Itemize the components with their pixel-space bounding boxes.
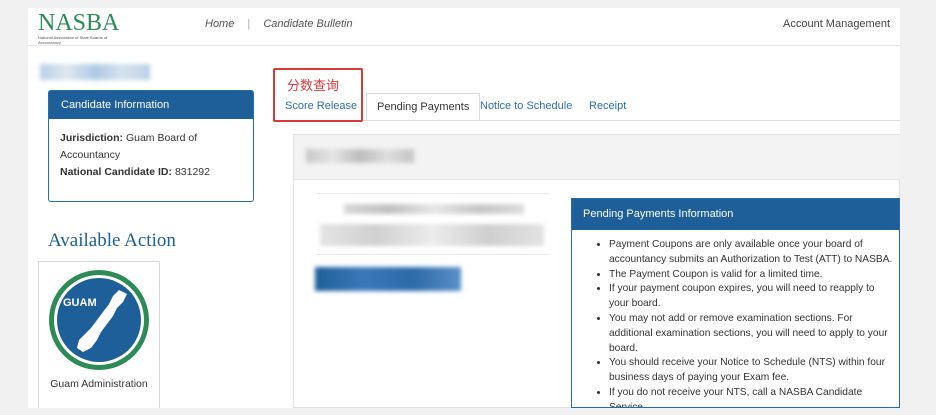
list-item: If your payment coupon expires, you will… [609, 282, 893, 312]
tab-notice-to-schedule[interactable]: Notice to Schedule [480, 93, 572, 121]
pending-payments-info-card: Pending Payments Information Payment Cou… [571, 198, 900, 408]
candidate-id-label: National Candidate ID: [60, 166, 173, 178]
list-item: The Payment Coupon is valid for a limite… [609, 268, 893, 283]
payment-button-redacted[interactable] [315, 267, 461, 291]
list-item: You should receive your Notice to Schedu… [609, 356, 893, 386]
nav-home-link[interactable]: Home [205, 18, 234, 30]
top-nav: Home | Candidate Bulletin [205, 18, 353, 30]
candidate-info-title: Candidate Information [49, 91, 253, 119]
jurisdiction-row: Jurisdiction: Guam Board of Accountancy [60, 130, 242, 164]
panel-header [294, 135, 900, 180]
panel-title-redacted [306, 149, 414, 163]
list-item: You may not add or remove examination se… [609, 312, 893, 356]
candidate-name-redacted [40, 64, 150, 80]
candidate-info-card: Candidate Information Jurisdiction: Guam… [48, 90, 254, 202]
nasba-logo[interactable]: NASBA National Association of State Boar… [38, 11, 128, 45]
payment-summary-redacted [316, 193, 550, 255]
list-item: Payment Coupons are only available once … [609, 238, 893, 268]
summary-row-redacted [320, 224, 544, 246]
guam-badge-text: GUAM [63, 297, 97, 309]
header: NASBA National Association of State Boar… [28, 8, 900, 46]
pending-payments-info-body: Payment Coupons are only available once … [572, 230, 899, 407]
guam-administration-card[interactable]: GUAM Guam Administration [38, 261, 160, 408]
page: NASBA National Association of State Boar… [28, 8, 900, 408]
pending-payments-info-title: Pending Payments Information [572, 199, 899, 230]
tab-receipt[interactable]: Receipt [589, 93, 626, 121]
nav-candidate-bulletin-link[interactable]: Candidate Bulletin [263, 18, 352, 30]
tab-divider [273, 120, 900, 121]
account-management-link[interactable]: Account Management [783, 18, 890, 30]
candidate-id-row: National Candidate ID: 831292 [60, 164, 242, 181]
jurisdiction-label: Jurisdiction: [60, 132, 124, 144]
candidate-info-body: Jurisdiction: Guam Board of Accountancy … [49, 119, 253, 192]
available-action-heading: Available Action [48, 230, 176, 251]
candidate-id-value: 831292 [174, 166, 210, 178]
summary-row-redacted [344, 204, 524, 214]
nav-separator: | [247, 18, 251, 30]
list-item: If you do not receive your NTS, call a N… [609, 386, 893, 407]
logo-text: NASBA [38, 10, 120, 36]
guam-card-label: Guam Administration [50, 378, 148, 390]
logo-subtext: National Association of State Boards of … [38, 35, 108, 45]
pending-info-list: Payment Coupons are only available once … [596, 238, 893, 407]
tab-pending-payments[interactable]: Pending Payments [366, 93, 481, 121]
score-query-annotation: 分数查询 [287, 79, 340, 94]
guam-map-icon: GUAM [49, 270, 149, 370]
